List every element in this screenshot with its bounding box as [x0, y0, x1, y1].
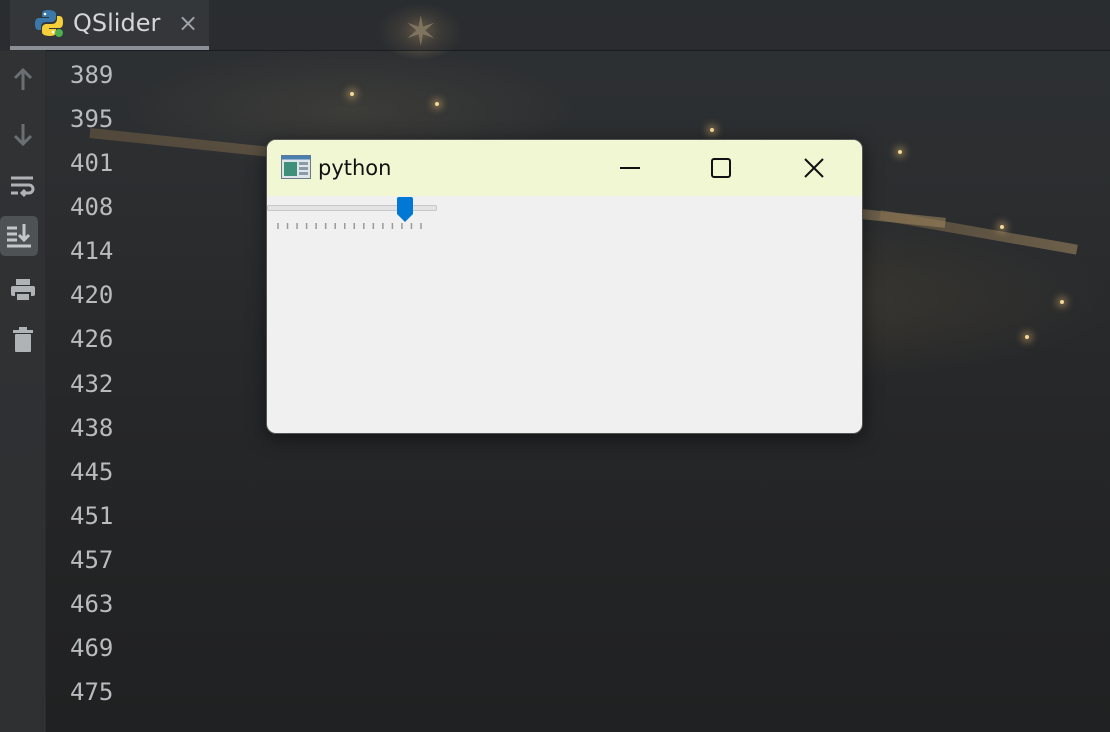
line-number: 414 — [70, 237, 114, 265]
tab-qslider[interactable]: QSlider × — [10, 0, 209, 50]
app-window-icon — [281, 155, 311, 179]
scroll-to-end-icon[interactable] — [0, 216, 38, 256]
window-title-bar[interactable]: python — [267, 140, 862, 196]
line-number: 420 — [70, 281, 114, 309]
horizontal-slider[interactable] — [267, 197, 437, 232]
minimize-button[interactable] — [585, 140, 675, 196]
arrow-up-icon[interactable] — [0, 60, 45, 100]
line-number: 451 — [70, 502, 114, 530]
line-number: 401 — [70, 149, 114, 177]
tab-label: QSlider — [73, 9, 161, 37]
line-number: 389 — [70, 61, 114, 89]
slider-handle[interactable] — [396, 197, 413, 223]
close-button[interactable] — [769, 140, 859, 196]
python-icon — [35, 10, 63, 37]
editor-tab-bar: QSlider × — [0, 0, 1110, 51]
slider-tick-marks — [277, 223, 422, 229]
window-title: python — [318, 156, 392, 180]
maximize-icon — [711, 158, 731, 178]
line-number: 445 — [70, 458, 114, 486]
print-icon[interactable] — [0, 270, 45, 310]
console-toolbar — [0, 50, 46, 732]
line-number: 438 — [70, 414, 114, 442]
tab-close-icon[interactable]: × — [178, 9, 198, 37]
line-number: 463 — [70, 590, 114, 618]
trash-icon[interactable] — [0, 320, 45, 360]
line-number: 475 — [70, 678, 114, 706]
highway-ramp — [879, 210, 1078, 255]
line-number: 408 — [70, 193, 114, 221]
line-number: 426 — [70, 325, 114, 353]
line-number: 469 — [70, 634, 114, 662]
python-window: python — [266, 139, 863, 434]
close-icon — [804, 158, 824, 178]
soft-wrap-icon[interactable] — [0, 166, 45, 206]
minimize-icon — [620, 167, 640, 169]
line-number: 395 — [70, 105, 114, 133]
arrow-down-icon[interactable] — [0, 114, 45, 154]
line-number: 432 — [70, 370, 114, 398]
maximize-button[interactable] — [676, 140, 766, 196]
line-number: 457 — [70, 546, 114, 574]
